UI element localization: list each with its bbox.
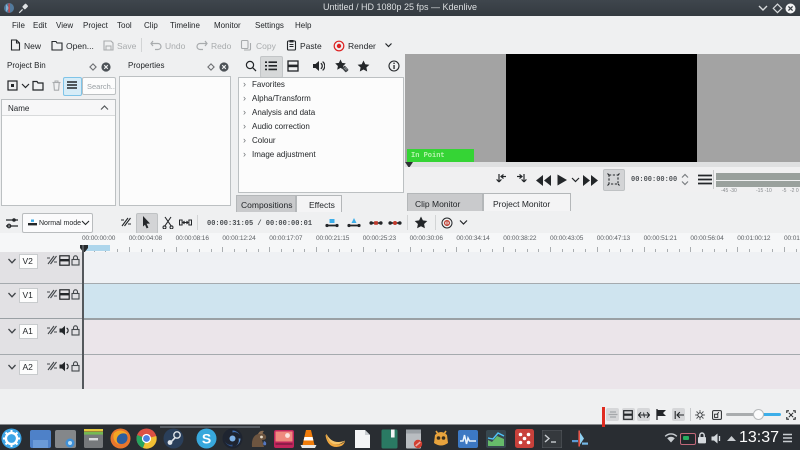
- svg-text:S: S: [201, 431, 210, 447]
